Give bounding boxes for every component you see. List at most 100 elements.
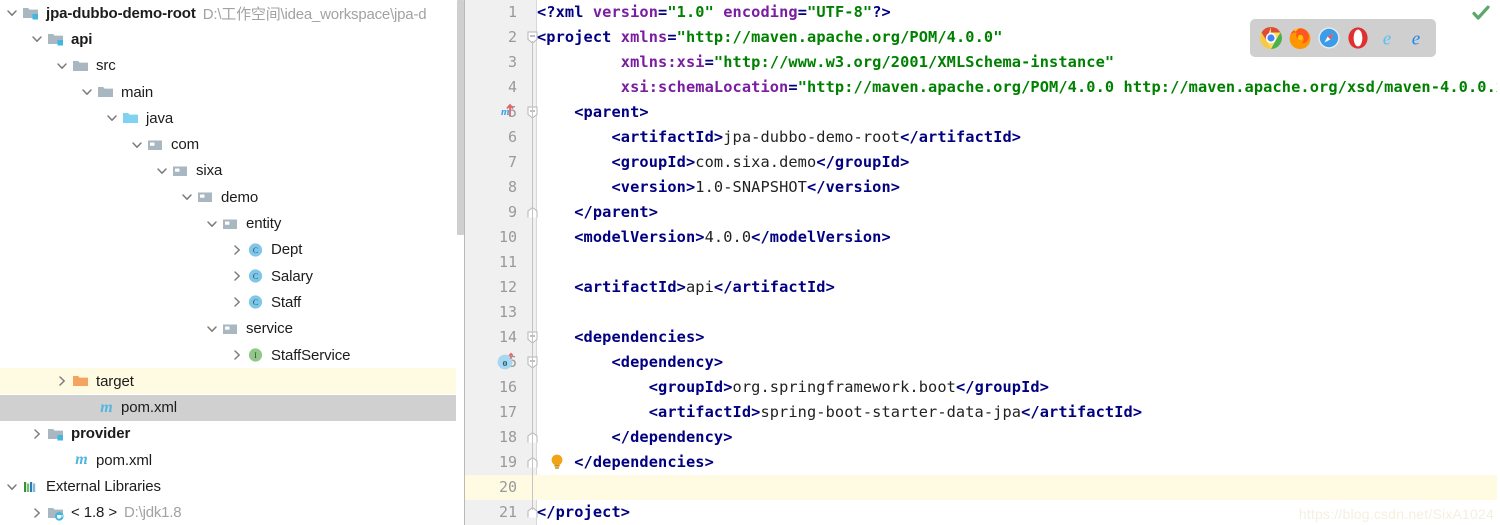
code-line-19[interactable]: 19 </dependencies> [465,450,1500,475]
line-number: 17 [498,403,517,421]
tree-row-external-libraries[interactable]: External Libraries [0,473,465,499]
svg-text:o: o [503,358,508,369]
code-line-15[interactable]: 15 <dependency> [465,350,1500,375]
chevron-down-icon[interactable] [129,137,145,153]
code-text[interactable]: <modelVersion>4.0.0</modelVersion> [537,225,891,250]
svg-text:C: C [253,299,258,308]
code-line-18[interactable]: 18 </dependency> [465,425,1500,450]
chevron-right-icon[interactable] [229,242,245,258]
code-line-5[interactable]: 5 <parent> [465,100,1500,125]
edge-icon[interactable]: e [1403,26,1428,51]
code-text[interactable]: <project xmlns="http://maven.apache.org/… [537,25,1003,50]
tree-row-service[interactable]: service [0,316,465,342]
project-scrollbar-thumb[interactable] [457,0,464,235]
tree-row-jpa-dubbo-demo-root[interactable]: jpa-dubbo-demo-root D:\工作空间\idea_workspac… [0,0,465,26]
tree-row-pom-xml[interactable]: m pom.xml [0,394,465,421]
fold-connector-line [531,41,533,510]
intention-bulb-icon[interactable] [547,451,567,473]
chevron-right-icon[interactable] [29,426,45,442]
code-line-4[interactable]: 4 xsi:schemaLocation="http://maven.apach… [465,75,1500,100]
tree-row-entity[interactable]: entity [0,210,465,236]
tree-row-api[interactable]: api [0,26,465,52]
code-text[interactable]: <artifactId>spring-boot-starter-data-jpa… [537,400,1142,425]
chevron-down-icon[interactable] [204,216,220,232]
tree-row-sixa[interactable]: sixa [0,158,465,184]
chevron-right-icon[interactable] [229,268,245,284]
chevron-down-icon[interactable] [4,479,20,495]
code-text[interactable]: <artifactId>api</artifactId> [537,275,835,300]
source-folder-icon [122,110,141,126]
chevron-down-icon[interactable] [154,163,170,179]
code-text[interactable]: xsi:schemaLocation="http://maven.apache.… [537,75,1500,100]
tree-row-target[interactable]: target [0,368,465,395]
svg-text:e: e [1411,29,1419,50]
chevron-down-icon[interactable] [204,321,220,337]
tree-row-main[interactable]: main [0,79,465,105]
tree-row-provider[interactable]: provider [0,421,465,447]
tree-row-java[interactable]: java [0,105,465,131]
code-text[interactable]: xmlns:xsi="http://www.w3.org/2001/XMLSch… [537,50,1114,75]
chevron-down-icon[interactable] [79,84,95,100]
chevron-right-icon[interactable] [229,294,245,310]
code-text[interactable]: </project> [537,500,630,525]
tree-row-com[interactable]: com [0,132,465,158]
tree-arrow-none [54,452,70,468]
opera-icon[interactable] [1345,26,1370,51]
safari-icon[interactable] [1316,26,1341,51]
chevron-down-icon[interactable] [179,189,195,205]
code-line-9[interactable]: 9 </parent> [465,200,1500,225]
code-line-6[interactable]: 6 <artifactId>jpa-dubbo-demo-root</artif… [465,125,1500,150]
code-line-20[interactable]: 20 [465,475,1500,500]
code-text[interactable]: <?xml version="1.0" encoding="UTF-8"?> [537,0,891,25]
maven-parent-icon[interactable]: m [495,101,517,123]
code-text[interactable]: <groupId>com.sixa.demo</groupId> [537,150,909,175]
code-text[interactable]: <dependencies> [537,325,705,350]
tree-row-dept[interactable]: C Dept [0,237,465,263]
code-line-10[interactable]: 10 <modelVersion>4.0.0</modelVersion> [465,225,1500,250]
editor-area[interactable]: 1 <?xml version="1.0" encoding="UTF-8"?> 2… [465,0,1500,525]
code-line-7[interactable]: 7 <groupId>com.sixa.demo</groupId> [465,150,1500,175]
code-text[interactable]: </parent> [537,200,658,225]
tree-row-1-8[interactable]: < 1.8 > D:\jdk1.8 [0,500,465,525]
code-line-14[interactable]: 14 <dependencies> [465,325,1500,350]
folder-icon [97,84,116,100]
tree-row-salary[interactable]: C Salary [0,263,465,289]
code-line-11[interactable]: 11 [465,250,1500,275]
code-text[interactable]: <artifactId>jpa-dubbo-demo-root</artifac… [537,125,1021,150]
code-line-16[interactable]: 16 <groupId>org.springframework.boot</gr… [465,375,1500,400]
excluded-folder-icon [72,373,91,389]
tree-row-src[interactable]: src [0,53,465,79]
chevron-right-icon[interactable] [229,347,245,363]
tree-row-staffservice[interactable]: I StaffService [0,342,465,368]
tree-row-pom-xml[interactable]: m pom.xml [0,447,465,473]
code-text[interactable]: <dependency> [537,350,723,375]
tree-row-demo[interactable]: demo [0,184,465,210]
chevron-down-icon[interactable] [54,58,70,74]
internet-explorer-icon[interactable]: e [1374,26,1399,51]
chrome-icon[interactable] [1258,26,1283,51]
tree-row-staff[interactable]: C Staff [0,289,465,315]
jdk-folder-icon [47,505,66,521]
firefox-icon[interactable] [1287,26,1312,51]
code-line-17[interactable]: 17 <artifactId>spring-boot-starter-data-… [465,400,1500,425]
code-text[interactable]: <groupId>org.springframework.boot</group… [537,375,1049,400]
tree-row-label: demo [221,188,259,206]
code-line-12[interactable]: 12 <artifactId>api</artifactId> [465,275,1500,300]
inspection-ok-icon[interactable] [1471,3,1491,23]
browser-launch-toolbar[interactable]: ee [1250,19,1436,57]
tree-row-label: api [71,30,93,48]
tree-row-label: StaffService [271,346,351,364]
chevron-right-icon[interactable] [54,373,70,389]
maven-dependency-icon[interactable]: o [495,351,517,373]
folder-icon [72,58,91,74]
code-text[interactable]: <version>1.0-SNAPSHOT</version> [537,175,900,200]
code-text[interactable]: </dependency> [537,425,733,450]
chevron-down-icon[interactable] [104,110,120,126]
code-text[interactable]: <parent> [537,100,649,125]
project-tool-window[interactable]: jpa-dubbo-demo-root D:\工作空间\idea_workspac… [0,0,465,525]
chevron-right-icon[interactable] [29,505,45,521]
chevron-down-icon[interactable] [29,31,45,47]
code-line-13[interactable]: 13 [465,300,1500,325]
chevron-down-icon[interactable] [4,5,20,21]
code-line-8[interactable]: 8 <version>1.0-SNAPSHOT</version> [465,175,1500,200]
